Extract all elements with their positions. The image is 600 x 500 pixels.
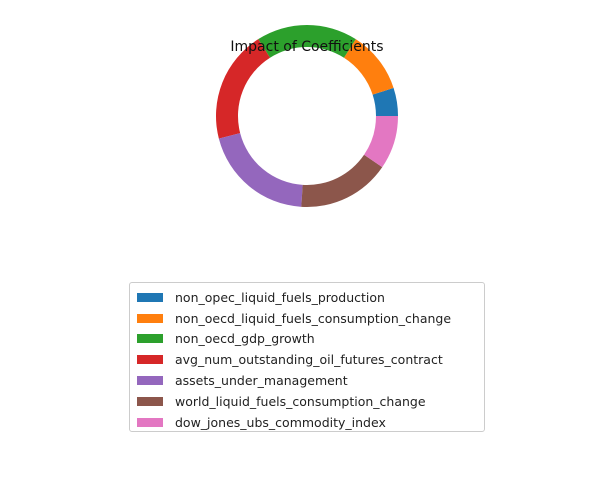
legend-item: world_liquid_fuels_consumption_change xyxy=(137,391,484,412)
legend-label: dow_jones_ubs_commodity_index xyxy=(175,414,386,430)
legend-item: non_opec_liquid_fuels_production xyxy=(137,287,484,308)
legend-swatch xyxy=(137,292,163,302)
legend-label: avg_num_outstanding_oil_futures_contract xyxy=(175,352,443,368)
donut-slice-4 xyxy=(218,133,303,207)
legend-swatch xyxy=(137,376,163,386)
legend-item: assets_under_management xyxy=(137,370,484,391)
legend-label: assets_under_management xyxy=(175,373,348,389)
legend-item: non_oecd_liquid_fuels_consumption_change xyxy=(137,308,484,329)
legend-swatch xyxy=(137,417,163,427)
legend-label: non_oecd_liquid_fuels_consumption_change xyxy=(175,310,452,326)
chart-legend: non_opec_liquid_fuels_production non_oecd… xyxy=(129,282,485,432)
legend-swatch xyxy=(137,334,163,344)
legend-item: non_oecd_gdp_growth xyxy=(137,329,484,350)
legend-swatch xyxy=(137,396,163,406)
chart-title: Impact of Coefficients xyxy=(230,39,383,55)
donut-chart: Impact of Coefficients non_opec_liquid_f… xyxy=(0,0,600,500)
legend-label: non_oecd_gdp_growth xyxy=(175,331,315,347)
legend-swatch xyxy=(137,313,163,323)
legend-swatch xyxy=(137,355,163,365)
legend-label: world_liquid_fuels_consumption_change xyxy=(175,393,426,409)
legend-item: dow_jones_ubs_commodity_index xyxy=(137,412,484,433)
legend-label: non_opec_liquid_fuels_production xyxy=(175,289,385,305)
legend-item: avg_num_outstanding_oil_futures_contract xyxy=(137,349,484,370)
donut-slice-5 xyxy=(301,154,383,207)
